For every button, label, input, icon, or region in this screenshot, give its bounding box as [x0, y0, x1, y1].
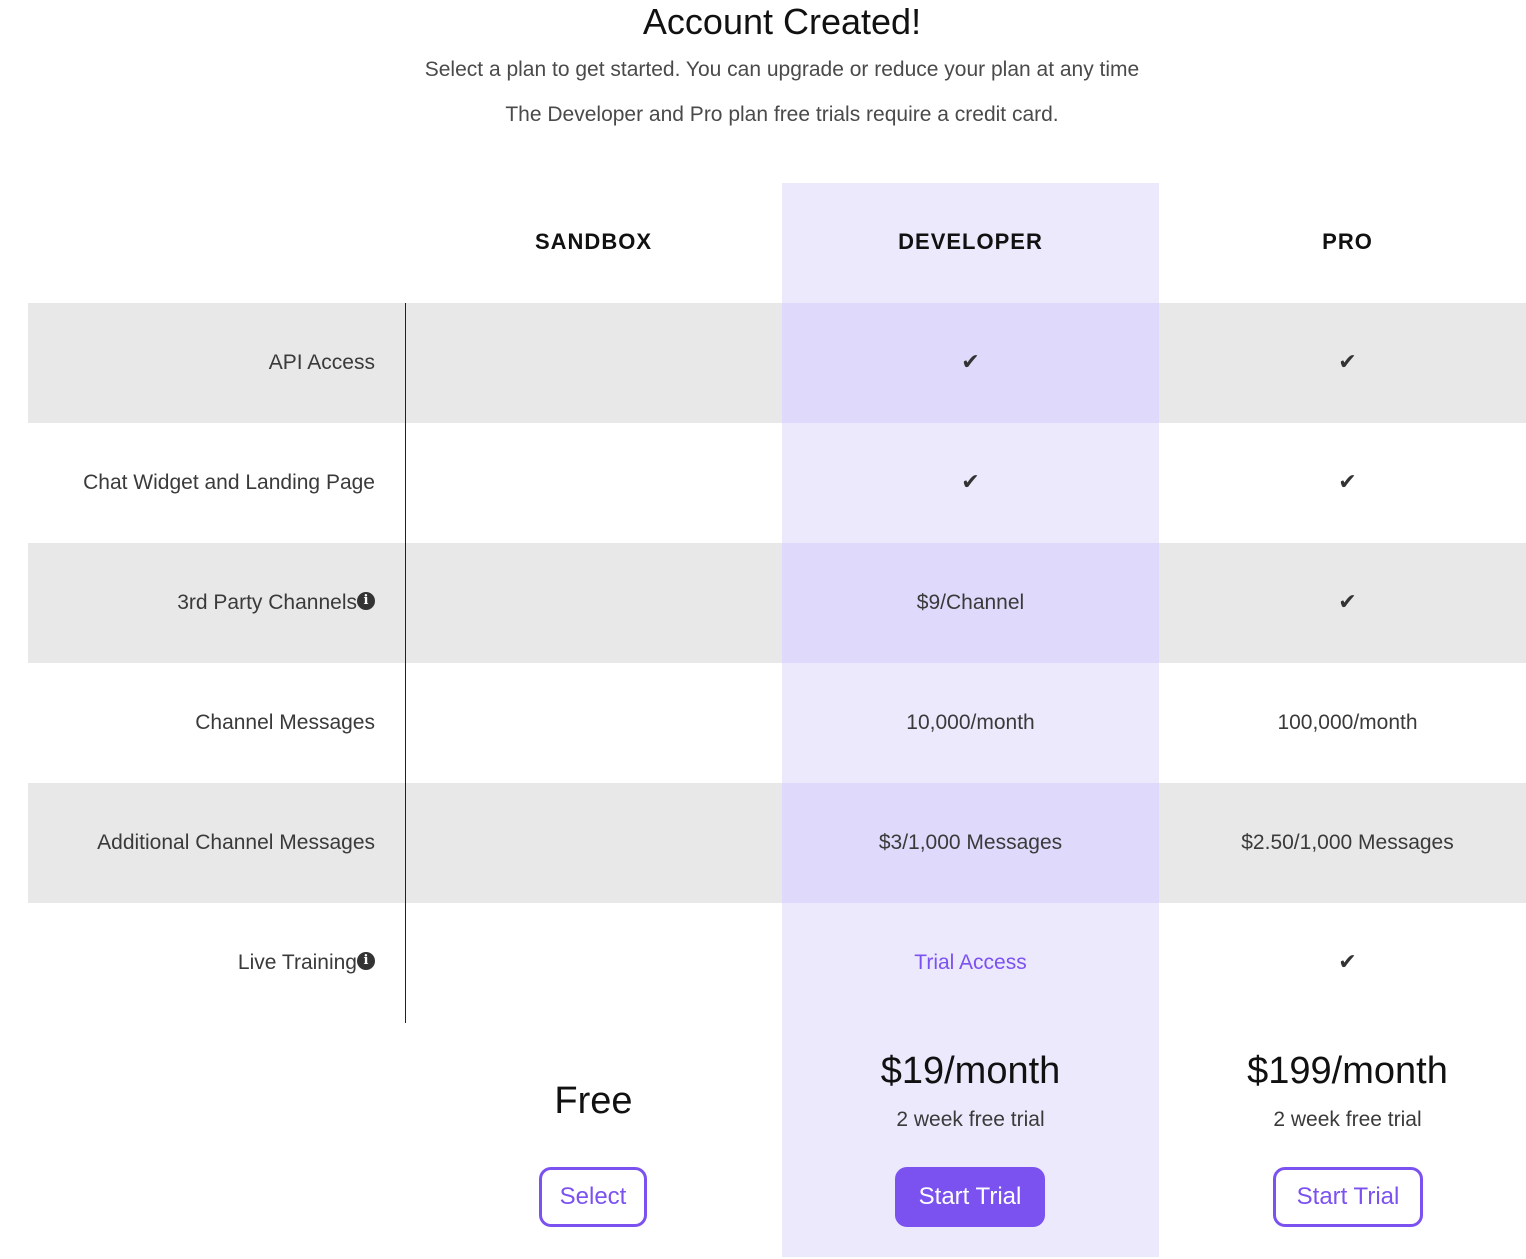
feature-row-additional-messages: Additional Channel Messages $3/1,000 Mes… [28, 783, 1526, 903]
label-column-divider [405, 303, 406, 1023]
check-icon: ✔ [1338, 950, 1357, 975]
plan-header-developer: DEVELOPER [898, 229, 1043, 254]
pro-cell: ✔ [1159, 543, 1526, 663]
sandbox-cell [405, 663, 782, 783]
feature-label: Additional Channel Messages [97, 831, 375, 854]
sandbox-cell [405, 543, 782, 663]
trial-note-developer: 2 week free trial [896, 1108, 1045, 1131]
pro-cell: ✔ [1159, 303, 1526, 423]
plan-selection-page: Account Created! Select a plan to get st… [0, 0, 1526, 1259]
pro-cell: 100,000/month [1277, 711, 1418, 734]
developer-cell: ✔ [782, 423, 1159, 543]
trial-access-link[interactable]: Trial Access [782, 903, 1159, 1023]
check-icon: ✔ [1338, 350, 1357, 375]
page-subtitle: Select a plan to get started. You can up… [424, 58, 1140, 81]
feature-label: Live Training i [28, 903, 375, 1023]
info-icon[interactable]: i [357, 592, 375, 611]
feature-label: Chat Widget and Landing Page [83, 471, 375, 494]
check-icon: ✔ [961, 350, 980, 375]
pro-cell: ✔ [1159, 903, 1526, 1023]
feature-row-api-access: API Access ✔ ✔ [28, 303, 1526, 423]
feature-label: 3rd Party Channels i [28, 543, 375, 663]
info-icon[interactable]: i [357, 952, 375, 971]
feature-row-chat-widget: Chat Widget and Landing Page ✔ ✔ [28, 423, 1526, 543]
check-icon: ✔ [961, 470, 980, 495]
select-sandbox-button[interactable]: Select [539, 1167, 647, 1227]
price-sandbox: Free [554, 1080, 633, 1122]
feature-row-third-party-channels: 3rd Party Channels i $9/Channel ✔ [28, 543, 1526, 663]
check-icon: ✔ [1338, 590, 1357, 615]
feature-label: API Access [268, 351, 375, 374]
pro-cell: ✔ [1159, 423, 1526, 543]
sandbox-cell [405, 783, 782, 903]
developer-cell: $3/1,000 Messages [878, 831, 1063, 854]
plan-header-pro: PRO [1322, 229, 1373, 254]
sandbox-cell [405, 903, 782, 1023]
developer-cell: ✔ [782, 303, 1159, 423]
price-developer: $19/month [880, 1050, 1061, 1092]
plan-header-sandbox: SANDBOX [534, 229, 652, 254]
feature-label: Channel Messages [195, 711, 375, 734]
feature-row-live-training: Live Training i Trial Access ✔ [28, 903, 1526, 1023]
check-icon: ✔ [1338, 470, 1357, 495]
credit-card-note: The Developer and Pro plan free trials r… [505, 103, 1059, 126]
start-trial-developer-button[interactable]: Start Trial [895, 1167, 1045, 1227]
feature-row-channel-messages: Channel Messages 10,000/month 100,000/mo… [28, 663, 1526, 783]
price-pro: $199/month [1247, 1050, 1448, 1092]
developer-cell: $9/Channel [916, 591, 1025, 614]
start-trial-pro-button[interactable]: Start Trial [1273, 1167, 1423, 1227]
developer-cell: 10,000/month [906, 711, 1035, 734]
page-title: Account Created! [642, 1, 922, 42]
sandbox-cell [405, 423, 782, 543]
sandbox-cell [405, 303, 782, 423]
trial-note-pro: 2 week free trial [1273, 1108, 1422, 1131]
pro-cell: $2.50/1,000 Messages [1241, 831, 1454, 854]
